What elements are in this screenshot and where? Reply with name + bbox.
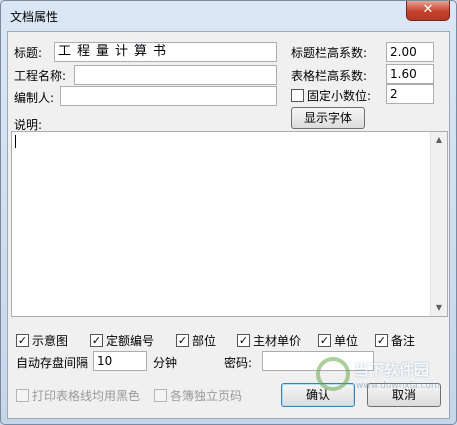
- dialog-title: 文档属性: [10, 10, 59, 24]
- option-unit-checkbox[interactable]: ✓ 单位: [318, 332, 358, 349]
- author-input[interactable]: [60, 86, 277, 106]
- checkbox-unchecked-icon: [291, 89, 304, 102]
- watermark-url: www.downxia.com: [356, 381, 440, 391]
- project-name-input[interactable]: [74, 65, 277, 85]
- scroll-down-icon[interactable]: ▼: [431, 300, 447, 316]
- title-label: 标题:: [14, 46, 43, 60]
- option-position-label: 部位: [192, 334, 217, 348]
- text-caret: [15, 135, 16, 148]
- table-height-label: 表格栏高系数:: [291, 69, 368, 83]
- scroll-up-icon[interactable]: ▲: [431, 132, 447, 148]
- checkbox-checked-icon: ✓: [375, 334, 388, 347]
- watermark-text: 当下软件园: [354, 361, 430, 379]
- document-properties-dialog: 文档属性 ✕ 标题: 工程量计算书 工程名称: 编制人: 说明: 标题栏高系数:…: [0, 0, 457, 425]
- autosave-unit-label: 分钟: [153, 356, 178, 370]
- option-main-material-price-checkbox[interactable]: ✓ 主材单价: [237, 332, 301, 349]
- option-main-material-price-label: 主材单价: [253, 334, 302, 348]
- fixed-decimal-checkbox[interactable]: 固定小数位:: [291, 87, 371, 104]
- title-input[interactable]: 工程量计算书: [54, 42, 277, 62]
- title-height-input[interactable]: 2.00: [386, 42, 434, 62]
- checkbox-checked-icon: ✓: [237, 334, 250, 347]
- description-textarea[interactable]: ▲ ▼: [11, 131, 448, 317]
- close-button[interactable]: ✕: [406, 1, 450, 21]
- title-bar[interactable]: 文档属性 ✕: [1, 1, 456, 31]
- checkbox-checked-icon: ✓: [90, 334, 103, 347]
- option-schematic-checkbox[interactable]: ✓ 示意图: [16, 332, 68, 349]
- checkbox-checked-icon: ✓: [16, 334, 29, 347]
- checkbox-checked-icon: ✓: [176, 334, 189, 347]
- option-unit-label: 单位: [334, 334, 359, 348]
- option-position-checkbox[interactable]: ✓ 部位: [176, 332, 216, 349]
- checkbox-checked-icon: ✓: [318, 334, 331, 347]
- checkbox-unchecked-icon: [16, 389, 29, 402]
- autosave-interval-input[interactable]: 10: [93, 351, 147, 371]
- independent-page-number-label: 各簿独立页码: [170, 389, 243, 403]
- independent-page-number-checkbox[interactable]: 各簿独立页码: [154, 387, 242, 404]
- author-label: 编制人:: [14, 91, 55, 105]
- fixed-decimal-input[interactable]: 2: [386, 84, 434, 104]
- watermark-logo-icon: [316, 357, 350, 391]
- option-quota-number-label: 定额编号: [106, 334, 155, 348]
- project-name-label: 工程名称:: [14, 69, 67, 83]
- password-label: 密码:: [224, 356, 253, 370]
- option-remarks-label: 备注: [391, 334, 416, 348]
- title-height-label: 标题栏高系数:: [291, 46, 368, 60]
- option-quota-number-checkbox[interactable]: ✓ 定额编号: [90, 332, 154, 349]
- option-schematic-label: 示意图: [32, 334, 69, 348]
- fixed-decimal-label: 固定小数位:: [307, 89, 372, 103]
- site-watermark: 当下软件园 www.downxia.com: [316, 351, 456, 411]
- show-font-button[interactable]: 显示字体: [291, 107, 365, 129]
- vertical-scrollbar[interactable]: ▲ ▼: [430, 132, 447, 316]
- checkbox-unchecked-icon: [154, 389, 167, 402]
- print-black-lines-checkbox[interactable]: 打印表格线均用黑色: [16, 387, 140, 404]
- option-remarks-checkbox[interactable]: ✓ 备注: [375, 332, 415, 349]
- print-black-lines-label: 打印表格线均用黑色: [32, 389, 141, 403]
- autosave-label: 自动存盘间隔: [16, 356, 89, 370]
- table-height-input[interactable]: 1.60: [386, 64, 434, 84]
